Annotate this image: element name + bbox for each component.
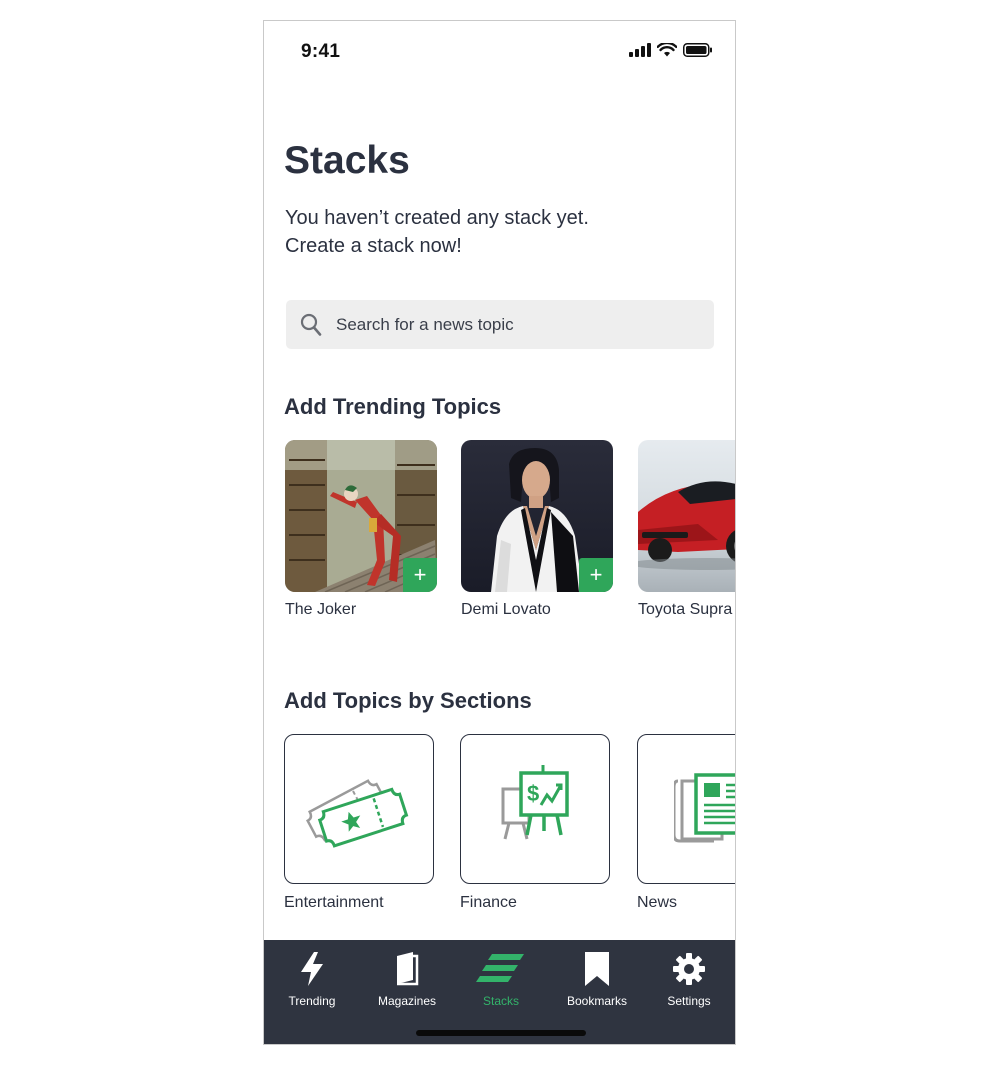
tab-label: Stacks <box>482 994 519 1008</box>
tab-settings[interactable]: Settings <box>644 950 734 1008</box>
phone-frame: 9:41 Stacks You haven’t created any stac… <box>263 20 736 1045</box>
demi-lovato-thumbnail: + <box>461 440 613 592</box>
section-tile <box>284 734 434 884</box>
home-indicator[interactable] <box>416 1030 586 1036</box>
status-time: 9:41 <box>301 41 341 62</box>
tab-bookmarks[interactable]: Bookmarks <box>552 950 642 1008</box>
battery-icon <box>683 43 712 57</box>
trending-card-joker[interactable]: + The Joker <box>285 440 437 619</box>
tab-bar: Trending Magazines Stacks Bookmarks Sett… <box>264 940 735 1044</box>
tab-label: Bookmarks <box>566 994 628 1008</box>
wifi-icon <box>657 43 677 57</box>
finance-chart-icon: $ <box>501 765 569 840</box>
empty-state-message: You haven’t created any stack yet. Creat… <box>285 204 705 260</box>
svg-text:$: $ <box>527 781 539 806</box>
card-label: The Joker <box>285 601 357 618</box>
joker-thumbnail: + <box>285 440 437 592</box>
search-icon <box>300 313 322 336</box>
sections-title: Add Topics by Sections <box>284 688 532 713</box>
section-card-news[interactable]: News <box>637 734 735 912</box>
toyota-supra-image <box>638 440 735 592</box>
section-card-finance[interactable]: $ Finance <box>460 734 612 912</box>
bookmark-icon <box>585 950 609 988</box>
add-button[interactable]: + <box>579 558 613 592</box>
section-label: News <box>637 894 678 911</box>
add-button[interactable]: + <box>403 558 437 592</box>
section-card-entertainment[interactable]: Entertainment <box>284 734 436 912</box>
search-input[interactable] <box>336 314 696 335</box>
tab-label: Magazines <box>377 994 437 1008</box>
toyota-supra-thumbnail <box>638 440 735 592</box>
trending-topics-title: Add Trending Topics <box>284 394 502 419</box>
stacks-icon <box>476 950 526 988</box>
card-label: Toyota Supra <box>638 601 733 618</box>
newspaper-icon <box>674 773 735 843</box>
section-tile <box>637 734 735 884</box>
page-title: Stacks <box>284 139 410 182</box>
gear-icon <box>672 950 706 988</box>
tab-trending[interactable]: Trending <box>267 950 357 1008</box>
tab-label: Trending <box>288 994 336 1008</box>
lightning-icon <box>299 950 325 988</box>
tab-stacks[interactable]: Stacks <box>456 950 546 1008</box>
tab-label: Settings <box>667 994 711 1008</box>
status-icons <box>629 43 713 57</box>
section-label: Entertainment <box>284 894 384 911</box>
trending-card-toyota-supra[interactable]: Toyota Supra <box>638 440 735 619</box>
status-bar: 9:41 <box>264 21 735 83</box>
intro-line-1: You haven’t created any stack yet. <box>285 207 589 229</box>
intro-line-2[interactable]: Create a stack now! <box>285 232 705 260</box>
magazine-icon <box>394 950 420 988</box>
card-label: Demi Lovato <box>461 601 551 618</box>
section-label: Finance <box>460 894 517 911</box>
trending-card-demi-lovato[interactable]: + Demi Lovato <box>461 440 613 619</box>
section-tile: $ <box>460 734 610 884</box>
search-bar[interactable] <box>286 300 714 349</box>
tickets-icon <box>306 779 409 848</box>
tab-magazines[interactable]: Magazines <box>362 950 452 1008</box>
signal-icon <box>629 43 651 57</box>
